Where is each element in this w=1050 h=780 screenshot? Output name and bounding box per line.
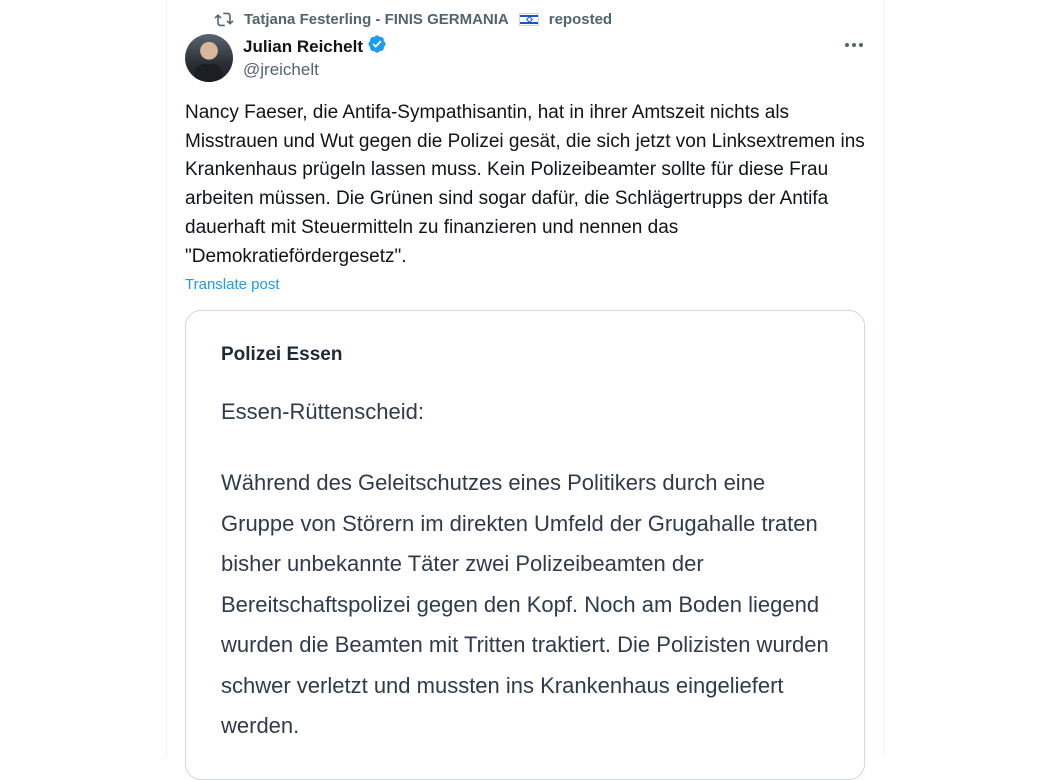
reposter-name[interactable]: Tatjana Festerling - FINIS GERMANIA <box>244 11 509 28</box>
repost-icon <box>214 11 234 27</box>
translate-post-link[interactable]: Translate post <box>185 276 280 293</box>
embedded-author: Polizei Essen <box>221 344 343 365</box>
avatar[interactable] <box>185 34 233 82</box>
post-text: Nancy Faeser, die Antifa-Sympathisantin,… <box>185 102 865 267</box>
repost-indicator[interactable]: Tatjana Festerling - FINIS GERMANIA repo… <box>214 9 612 29</box>
embedded-location: Essen-Rüttenscheid: <box>221 399 424 424</box>
embedded-body: Während des Geleitschutzes eines Politik… <box>221 470 829 738</box>
verified-badge-icon[interactable] <box>367 34 387 59</box>
israel-flag-icon <box>518 12 539 26</box>
author-name-row[interactable]: Julian Reichelt <box>243 34 387 59</box>
repost-label: reposted <box>548 10 613 28</box>
author-handle[interactable]: @jreichelt <box>243 60 319 80</box>
author-name[interactable]: Julian Reichelt <box>243 37 363 57</box>
more-options-icon[interactable] <box>843 36 865 54</box>
embedded-image-card[interactable]: Polizei Essen Essen-Rüttenscheid: Währen… <box>185 310 865 780</box>
